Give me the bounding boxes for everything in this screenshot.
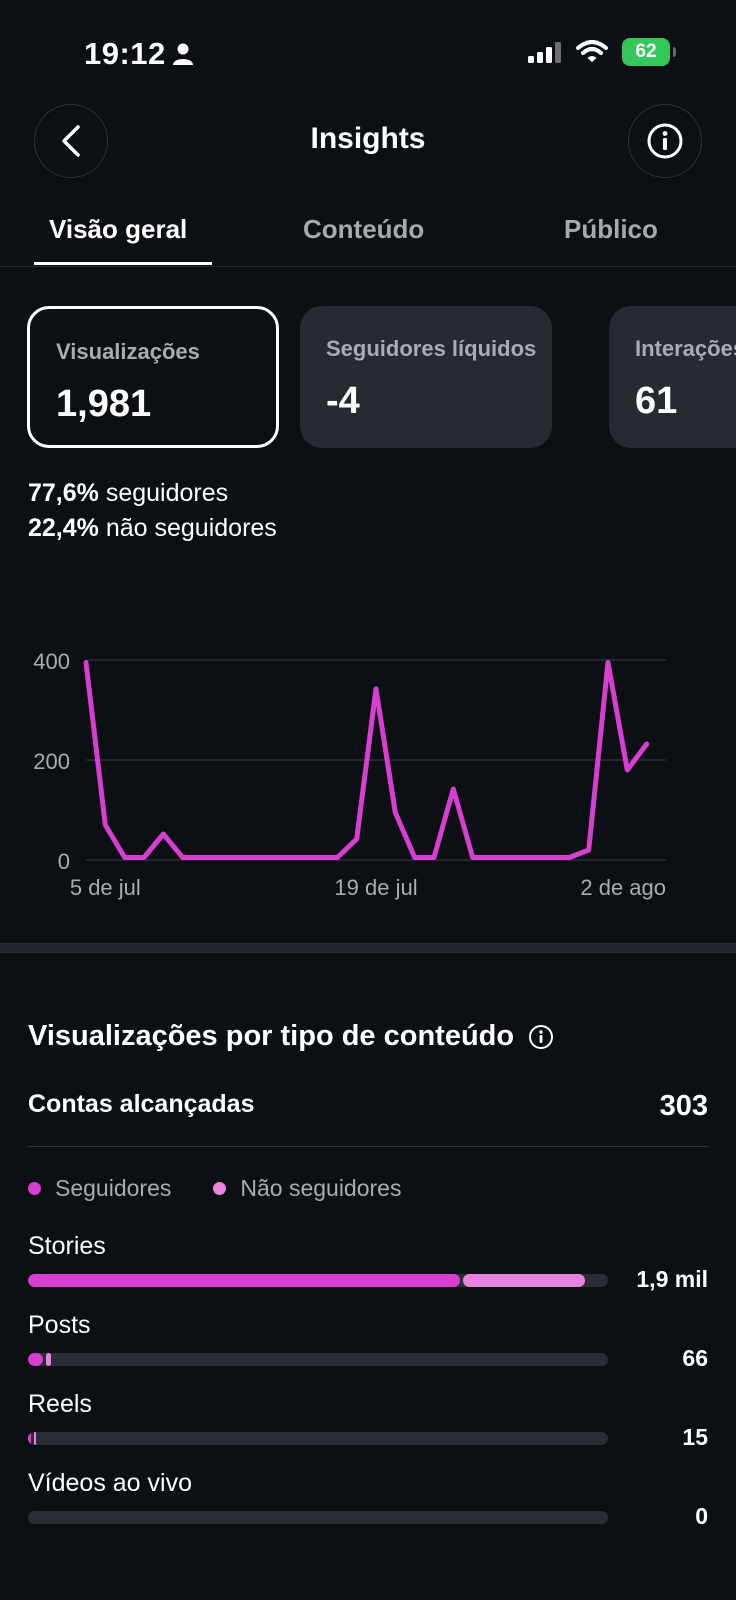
- active-tab-indicator: [34, 262, 212, 265]
- info-icon: [647, 123, 683, 159]
- accounts-reached-value: 303: [659, 1090, 708, 1122]
- content-type-value: 1,9 mil: [636, 1266, 708, 1292]
- content-type-value: 66: [682, 1345, 708, 1371]
- metric-card-views[interactable]: Visualizações 1,981: [27, 306, 279, 448]
- progress-track: [28, 1432, 608, 1445]
- content-type-row-posts: Posts 66: [28, 1311, 708, 1391]
- x-tick-label: 5 de jul: [70, 875, 141, 900]
- content-type-row-live-videos: Vídeos ao vivo 0: [28, 1469, 708, 1549]
- y-tick-label: 0: [58, 849, 70, 874]
- accounts-reached-row: Contas alcançadas 303: [28, 1090, 708, 1122]
- metric-value: 1,981: [56, 383, 152, 425]
- non-followers-bar: [463, 1274, 585, 1287]
- accounts-reached-label: Contas alcançadas: [28, 1090, 255, 1118]
- status-bar: 19:12 62: [0, 0, 736, 108]
- tab-audience[interactable]: Público: [564, 214, 658, 245]
- header: Insights: [0, 100, 736, 180]
- content-type-label: Stories: [28, 1232, 106, 1260]
- status-time: 19:12: [84, 36, 166, 71]
- metric-value: 61: [635, 380, 678, 422]
- metric-label: Seguidores líquidos: [326, 336, 537, 361]
- followers-bar: [28, 1432, 32, 1445]
- tab-bar: Visão geral Conteúdo Público: [0, 200, 736, 267]
- info-button[interactable]: [628, 104, 702, 178]
- metric-label: Interações: [635, 336, 736, 361]
- content-type-value: 15: [682, 1424, 708, 1450]
- content-type-label: Posts: [28, 1311, 91, 1339]
- legend-dot: [213, 1182, 227, 1195]
- y-tick-label: 400: [33, 649, 70, 674]
- legend-item-non-followers: Não seguidores: [213, 1175, 401, 1202]
- cellular-signal-icon: [528, 42, 561, 63]
- page-title: Insights: [310, 122, 426, 155]
- battery-indicator: 62: [622, 38, 676, 66]
- section-title: Visualizações por tipo de conteúdo: [28, 1020, 554, 1053]
- followers-bar: [28, 1274, 461, 1287]
- separator-line: [28, 1146, 708, 1147]
- audience-split: 77,6% seguidores 22,4% não seguidores: [28, 476, 277, 546]
- metric-label: Visualizações: [56, 339, 200, 364]
- non-followers-bar: [45, 1353, 51, 1366]
- tab-content[interactable]: Conteúdo: [303, 214, 424, 245]
- non-followers-bar: [34, 1432, 36, 1445]
- non-followers-share: 22,4% não seguidores: [28, 514, 277, 542]
- content-type-row-stories: Stories 1,9 mil: [28, 1232, 708, 1312]
- progress-track: [28, 1511, 608, 1524]
- tab-overview[interactable]: Visão geral: [49, 214, 187, 245]
- section-divider: [0, 943, 736, 953]
- legend-item-followers: Seguidores: [28, 1175, 171, 1202]
- content-type-label: Reels: [28, 1390, 92, 1418]
- content-type-value: 0: [695, 1503, 708, 1529]
- battery-level: 62: [635, 41, 657, 62]
- y-tick-label: 200: [33, 749, 70, 774]
- x-tick-label: 2 de ago: [580, 875, 666, 900]
- wifi-icon: [576, 40, 608, 62]
- progress-track: [28, 1274, 608, 1287]
- views-line-chart: 0 200 400 5 de jul 19 de jul 2 de ago: [33, 649, 666, 900]
- followers-bar: [28, 1353, 44, 1366]
- legend: Seguidores Não seguidores: [28, 1175, 401, 1202]
- x-tick-label: 19 de jul: [334, 875, 417, 900]
- metric-card-net-followers[interactable]: Seguidores líquidos -4: [300, 306, 552, 448]
- metric-value: -4: [326, 380, 360, 422]
- followers-share: 77,6% seguidores: [28, 479, 229, 507]
- info-icon[interactable]: [528, 1024, 554, 1050]
- metric-cards[interactable]: Visualizações 1,981 Seguidores líquidos …: [0, 306, 736, 452]
- content-type-label: Vídeos ao vivo: [28, 1469, 192, 1497]
- progress-track: [28, 1353, 608, 1366]
- content-type-row-reels: Reels 15: [28, 1390, 708, 1470]
- legend-dot: [28, 1182, 41, 1195]
- metric-card-interactions[interactable]: Interações 61: [609, 306, 736, 448]
- person-icon: [173, 43, 193, 65]
